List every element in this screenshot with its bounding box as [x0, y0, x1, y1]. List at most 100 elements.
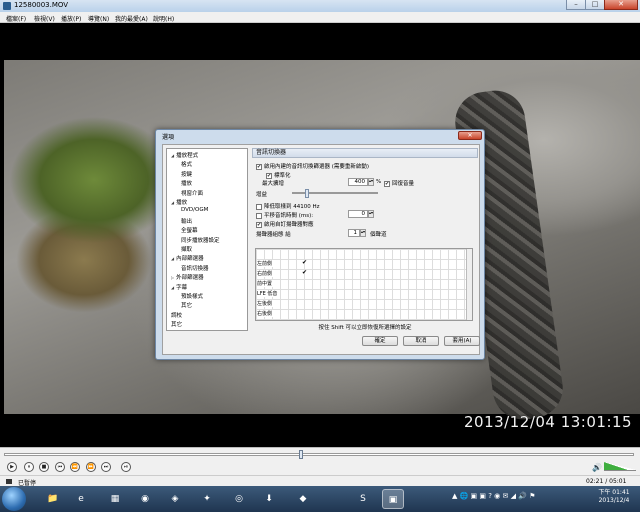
tree-expander-icon[interactable]: ◢ — [171, 200, 174, 205]
tree-item[interactable]: 其它 — [181, 301, 192, 309]
volume-slider[interactable] — [604, 462, 636, 471]
minimize-button[interactable]: – — [566, 0, 586, 10]
stop-button[interactable]: ■ — [39, 462, 49, 472]
max-amplify-spinner[interactable]: ▴▾ — [368, 178, 374, 186]
ok-button[interactable]: 確定 — [362, 336, 398, 346]
custom-mapping-row[interactable]: ✔ 啟用自訂揚聲器對應 — [256, 220, 314, 228]
menu-file[interactable]: 檔案(F) — [6, 14, 26, 23]
taskbar-app-icon[interactable]: e — [70, 489, 92, 509]
speaker-config-input[interactable]: 1 — [348, 229, 360, 237]
tree-item-label: 格式 — [181, 162, 193, 169]
tree-item[interactable]: 格式 — [181, 160, 192, 168]
previous-button[interactable]: ⏮ — [55, 462, 65, 472]
normalize-row[interactable]: ✔ 標準化 — [266, 171, 291, 179]
channel-matrix[interactable]: 左前側 ✔ 右前側 ✔ 前中置 LFE 低音左後側右後側中間的左前側 — [255, 248, 473, 321]
tree-item[interactable]: 視窗介面 — [181, 189, 203, 197]
menu-view[interactable]: 檢視(V) — [34, 14, 55, 23]
tree-item[interactable]: 同步播放器設定 — [181, 236, 220, 244]
tree-item[interactable]: 擷取 — [181, 245, 192, 253]
tree-item[interactable]: 調校 — [171, 311, 182, 319]
tree-item[interactable]: ▷ 外部篩選器 — [171, 273, 204, 281]
tree-item[interactable]: 預設樣式 — [181, 292, 203, 300]
tree-item[interactable]: ◢ 字幕 — [171, 283, 187, 291]
max-amplify-input[interactable]: 400 — [348, 178, 368, 186]
status-icon — [6, 479, 12, 484]
tree-item-label: 同步播放器設定 — [181, 237, 220, 244]
tree-item[interactable]: 播放 — [181, 179, 192, 187]
apply-button[interactable]: 套用(A) — [444, 336, 480, 346]
taskbar-app-icon[interactable]: ◉ — [134, 489, 156, 509]
dialog-close-button[interactable]: ✕ — [458, 131, 482, 140]
taskbar-app-icon[interactable]: ▦ — [104, 489, 126, 509]
tree-expander-icon[interactable]: ◢ — [171, 153, 174, 158]
tree-expander-icon[interactable]: ▷ — [171, 275, 174, 280]
tree-item[interactable]: 輸出 — [181, 217, 192, 225]
taskbar-app-icon[interactable]: ◈ — [164, 489, 186, 509]
time-shift-spinner[interactable]: ▴▾ — [368, 210, 374, 218]
normalize-checkbox[interactable]: ✔ — [266, 172, 272, 179]
next-button[interactable]: ⏭ — [101, 462, 111, 472]
rewind-button[interactable]: ⏪ — [70, 462, 80, 472]
tree-expander-icon[interactable]: ◢ — [171, 285, 174, 290]
menu-help[interactable]: 說明(H) — [153, 14, 174, 23]
channel-check-mark[interactable]: ✔ — [302, 269, 307, 276]
taskbar-app-icon[interactable]: 📁 — [42, 489, 64, 509]
shift-hint: 按住 Shift 可以立即恢復所選擇的設定 — [318, 325, 412, 331]
tree-item[interactable]: 其它 — [171, 320, 182, 328]
pause-button[interactable]: ⏸ — [24, 462, 34, 472]
tree-expander-icon[interactable]: ◢ — [171, 256, 174, 261]
close-button[interactable]: ✕ — [604, 0, 638, 10]
time-shift-checkbox[interactable] — [256, 212, 262, 219]
fast-forward-button[interactable]: ⏩ — [86, 462, 96, 472]
tree-item-label: 內部篩選器 — [176, 256, 204, 263]
taskbar-app-icon[interactable]: S — [352, 489, 374, 509]
tree-item[interactable]: 全螢幕 — [181, 226, 198, 234]
seek-bar[interactable] — [4, 450, 634, 459]
maximize-button[interactable]: □ — [585, 0, 605, 10]
custom-mapping-checkbox[interactable]: ✔ — [256, 221, 262, 228]
boost-slider[interactable] — [292, 189, 378, 198]
tree-item-label: DVD/OGM — [181, 207, 209, 214]
menu-favorites[interactable]: 我的最愛(A) — [115, 14, 148, 23]
clock-date: 2013/12/4 — [598, 497, 630, 504]
frame-step-button[interactable]: ⏯ — [121, 462, 131, 472]
tree-item[interactable]: ◢ 內部篩選器 — [171, 254, 204, 262]
taskbar-app-icon[interactable]: ◎ — [228, 489, 250, 509]
resample-checkbox[interactable] — [256, 203, 262, 210]
speaker-config-spinner[interactable]: ▴▾ — [360, 229, 366, 237]
resample-label: 降低取樣到 44100 Hz — [264, 204, 320, 210]
tree-item[interactable]: 音訊切換器 — [181, 264, 209, 272]
time-shift-input[interactable]: 0 — [348, 210, 368, 218]
tree-item[interactable]: ◢ 播放 — [171, 198, 187, 206]
enable-builtin-checkbox[interactable]: ✔ — [256, 163, 262, 170]
channel-check-mark[interactable]: ✔ — [302, 259, 307, 266]
speaker-icon[interactable]: 🔊 — [592, 463, 602, 472]
boost-slider-thumb[interactable] — [305, 189, 309, 198]
start-button[interactable] — [2, 487, 26, 511]
player-controls: ▶ ⏸ ■ ⏮ ⏪ ⏩ ⏭ ⏯ 🔊 — [0, 447, 640, 475]
taskbar-app-icon[interactable]: ⬇ — [258, 489, 280, 509]
tree-item[interactable]: 按鍵 — [181, 170, 192, 178]
resample-row[interactable]: 降低取樣到 44100 Hz — [256, 202, 320, 210]
play-button[interactable]: ▶ — [7, 462, 17, 472]
taskbar-app-icon[interactable]: ◆ — [292, 489, 314, 509]
playback-time: 02:21 / 05:01 — [586, 478, 627, 485]
video-timestamp: 2013/12/04 13:01:15 — [464, 413, 633, 431]
taskbar-app-icon[interactable]: ✦ — [196, 489, 218, 509]
tree-item[interactable]: DVD/OGM — [181, 207, 208, 213]
menu-play[interactable]: 播放(P) — [61, 14, 81, 23]
seek-thumb[interactable] — [299, 450, 303, 459]
panel-header: 音訊切換器 — [252, 148, 478, 158]
system-tray[interactable]: ▲ 🌐 ▣ ▣ ? ◉ ✉ ◢ 🔊 ⚑ — [452, 492, 535, 500]
regain-volume-row[interactable]: ✔ 回復音量 — [384, 179, 414, 187]
menu-navigate[interactable]: 導覽(N) — [88, 14, 109, 23]
clock[interactable]: 下午 01:41 2013/12/4 — [594, 489, 634, 505]
tree-item[interactable]: ◢ 播放程式 — [171, 151, 198, 159]
cancel-button[interactable]: 取消 — [403, 336, 439, 346]
regain-volume-checkbox[interactable]: ✔ — [384, 180, 390, 187]
tree-item-label: 全螢幕 — [181, 228, 198, 235]
time-shift-row[interactable]: 平移音訊時間 (ms): — [256, 211, 313, 219]
matrix-scrollbar[interactable] — [466, 249, 472, 320]
taskbar-app-icon[interactable]: ▣ — [382, 489, 404, 509]
enable-builtin-row[interactable]: ✔ 啟用內建的音訊切換篩選器 (需要重新啟動) — [256, 162, 369, 170]
